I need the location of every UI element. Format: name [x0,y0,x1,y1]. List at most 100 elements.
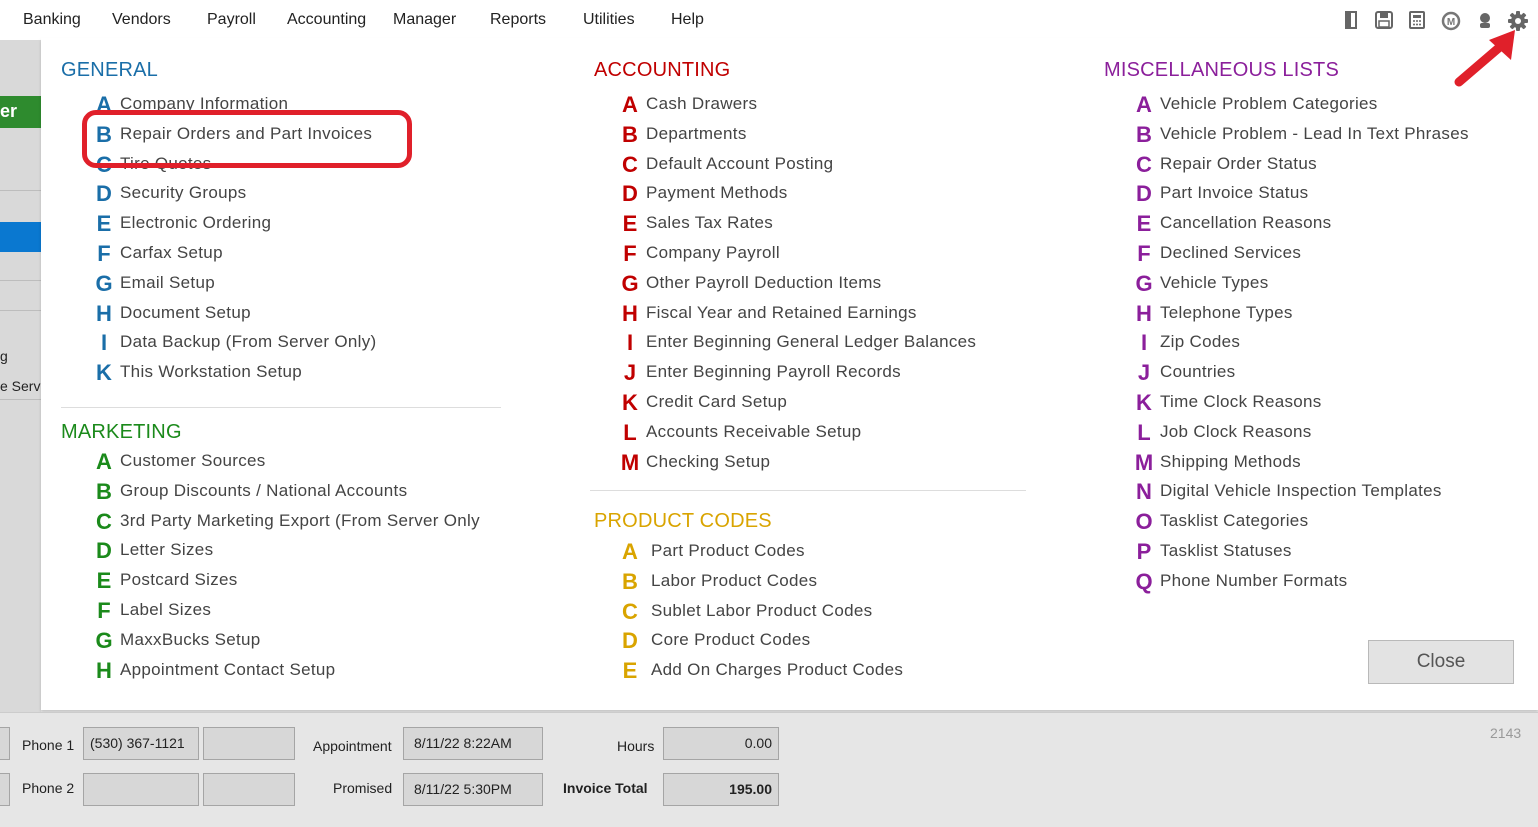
item-label: Tasklist Statuses [1160,541,1292,560]
item-label: Core Product Codes [651,630,811,650]
item-label: Enter Beginning General Ledger Balances [646,332,977,352]
item-letter: B [622,568,638,594]
phone2-field[interactable] [83,773,199,806]
item-label: Part Invoice Status [1160,183,1309,203]
partial-field[interactable] [0,773,10,806]
sidebar-green-tab[interactable]: er [0,96,41,128]
item-label: Phone Number Formats [1160,570,1348,590]
item-letter: N [1136,479,1152,505]
menu-utilities[interactable]: Utilities [583,11,635,29]
section-title-accounting: ACCOUNTING [594,59,731,81]
item-label: MaxxBucks Setup [120,629,261,649]
item-label: Time Clock Reasons [1160,392,1322,411]
divider [0,310,41,311]
item-label: Cancellation Reasons [1160,213,1332,233]
item-letter: D [622,628,638,654]
promised-field[interactable]: 8/11/22 5:30PM [403,773,543,806]
item-letter: I [626,330,634,356]
settings-panel: GENERAL A Company Information B Repair Orde… [41,30,1538,710]
phone2-label: Phone 2 [22,780,75,796]
sidebar-selected-item[interactable] [0,222,41,252]
record-footer: Phone 1 (530) 367-1121 Phone 2 Appointme… [0,712,1538,827]
item-letter: A [1136,92,1152,117]
item-label: Customer Sources [120,451,266,470]
menu-banking[interactable]: Banking [23,11,81,29]
phone1-label: Phone 1 [22,737,75,753]
item-label: Sales Tax Rates [646,213,774,233]
item-label: Zip Codes [1160,332,1241,352]
item-letter: G [95,270,113,296]
item-label: Repair Order Status [1160,153,1317,173]
item-label: Appointment Contact Setup [120,659,336,679]
menu-accounting[interactable]: Accounting [287,11,366,29]
item-letter: C [622,598,638,624]
sidebar-item-text[interactable]: e Servi [0,378,41,394]
item-letter: K [622,390,638,415]
item-letter: E [96,568,112,594]
hours-label: Hours [617,738,655,754]
item-label: 3rd Party Marketing Export (From Server … [120,510,480,530]
item-letter: G [1135,270,1153,296]
close-button[interactable]: Close [1368,640,1514,684]
menu-vendors[interactable]: Vendors [112,11,171,29]
item-letter: E [96,211,112,237]
sidebar-green-tab-label: er [0,101,18,121]
item-label: Telephone Types [1160,302,1293,322]
item-letter: K [96,360,112,386]
item-label: Postcard Sizes [120,570,238,590]
item-letter: O [1135,509,1153,535]
partial-field[interactable] [0,727,10,760]
item-letter: G [621,270,639,296]
section-title-misc: MISCELLANEOUS LISTS [1104,59,1339,81]
sidebar-item-text[interactable]: g [0,348,41,364]
item-label: Declined Services [1160,243,1302,262]
item-letter: A [622,92,638,117]
menu-bar: Banking Vendors Payroll Accounting Manag… [0,0,1538,41]
phone1-type-field[interactable] [203,727,295,760]
item-label: Digital Vehicle Inspection Templates [1160,481,1442,501]
item-label: Default Account Posting [646,153,834,173]
item-label: Security Groups [120,183,247,203]
item-label: Labor Product Codes [651,570,818,590]
item-label: Group Discounts / National Accounts [120,480,408,500]
item-letter: K [1136,390,1152,415]
item-letter: I [1140,330,1148,356]
item-label: Enter Beginning Payroll Records [646,362,901,382]
item-letter: D [96,181,112,207]
divider [0,280,41,281]
item-letter: B [622,121,638,147]
item-letter: H [1136,300,1152,326]
section-title-product-codes: PRODUCT CODES [594,510,772,532]
divider [61,407,501,408]
divider [0,399,41,400]
item-label: This Workstation Setup [120,362,303,382]
item-label: Shipping Methods [1160,451,1301,471]
hours-field[interactable]: 0.00 [663,727,779,760]
item-letter: D [622,181,638,207]
item-letter: H [96,300,112,326]
calculator-icon[interactable] [1406,11,1428,33]
item-label: Tasklist Categories [1160,511,1309,531]
menu-reports[interactable]: Reports [490,11,546,29]
menu-payroll[interactable]: Payroll [207,11,256,29]
phone1-field[interactable]: (530) 367-1121 [83,727,199,760]
save-icon[interactable] [1373,11,1395,33]
door-icon[interactable] [1340,11,1362,33]
item-letter: M [620,449,640,475]
highlight-annotation [82,110,412,168]
item-label: Letter Sizes [120,540,214,560]
menu-help[interactable]: Help [671,11,704,29]
item-label: Email Setup [120,272,215,292]
item-label: Checking Setup [646,451,771,471]
phone2-type-field[interactable] [203,773,295,806]
section-title-marketing: MARKETING [61,421,182,443]
appointment-field[interactable]: 8/11/22 8:22AM [403,727,543,760]
item-label: Accounts Receivable Setup [646,421,862,441]
item-letter: E [622,658,638,684]
section-title-general: GENERAL [61,59,158,81]
menu-manager[interactable]: Manager [393,11,456,29]
record-number: 2143 [1490,725,1522,741]
item-letter: A [622,539,638,564]
item-label: Cash Drawers [646,94,758,113]
item-label: Add On Charges Product Codes [651,660,904,680]
